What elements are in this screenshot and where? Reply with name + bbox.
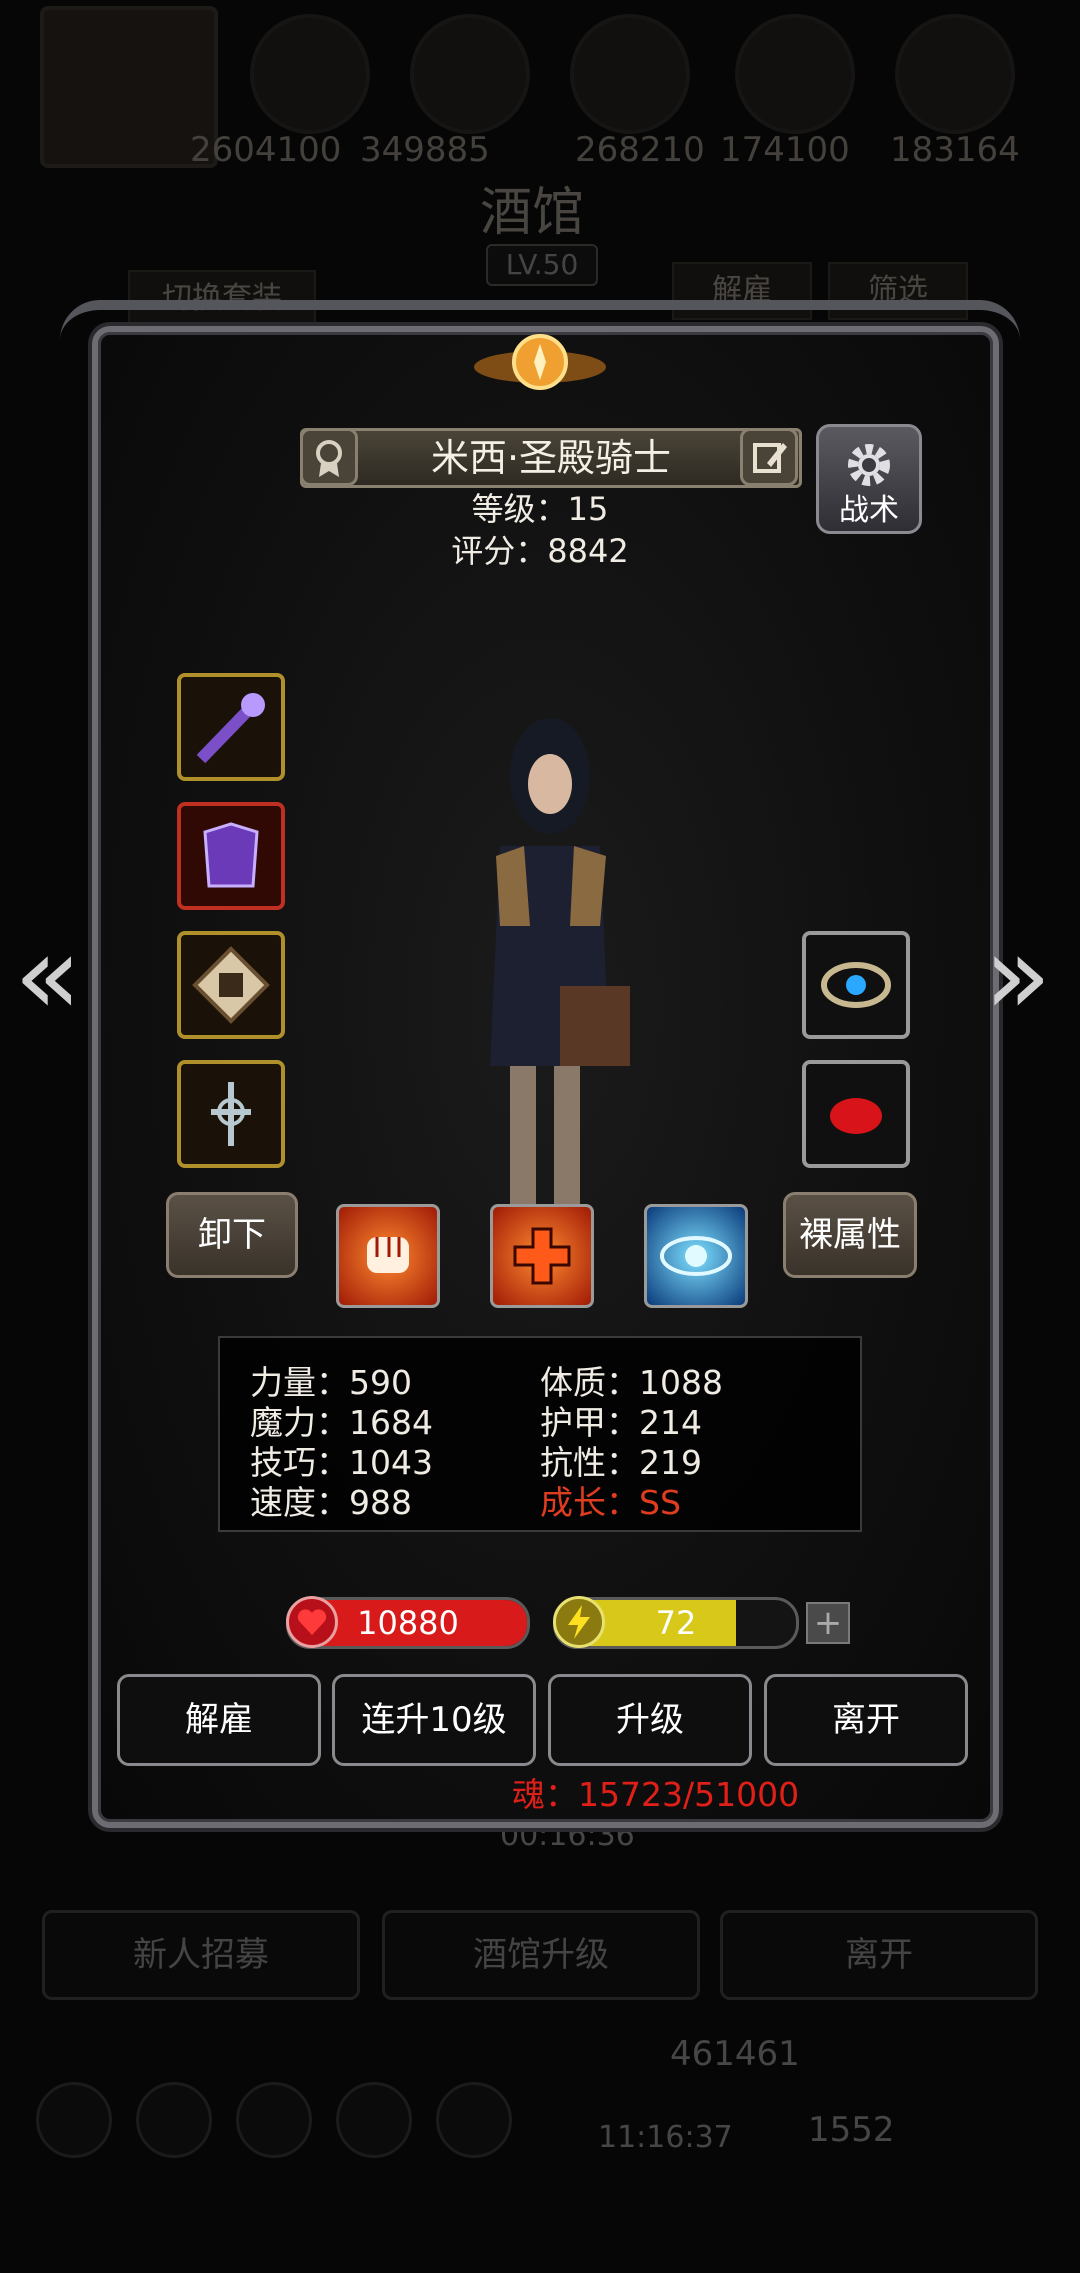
- gold-amount: 461461: [670, 2034, 800, 2074]
- tactics-label: 战术: [839, 493, 899, 528]
- heal-cross-icon[interactable]: [490, 1204, 594, 1308]
- previous-hero-arrow-icon[interactable]: «: [14, 920, 81, 1030]
- resource-icon-3: [570, 14, 690, 134]
- lightning-icon: [553, 1596, 605, 1648]
- eye-icon[interactable]: [644, 1204, 748, 1308]
- tavern-upgrade-button[interactable]: 酒馆升级: [382, 1910, 700, 2000]
- recruit-button[interactable]: 新人招募: [42, 1910, 360, 2000]
- gem-amount: 1552: [808, 2110, 895, 2150]
- tactics-button[interactable]: 战术: [816, 424, 922, 534]
- stat-growth: 成长：SS: [540, 1483, 681, 1522]
- amulet-icon[interactable]: [177, 1060, 285, 1168]
- soul-counter: 魂：15723/51000: [512, 1775, 800, 1814]
- level-up-button[interactable]: 升级: [548, 1674, 752, 1766]
- rename-edit-icon[interactable]: [740, 428, 798, 486]
- tavern-level: LV.50: [486, 244, 598, 286]
- tavern-title: 酒馆: [480, 183, 585, 243]
- hero-name: 米西·圣殿骑士: [430, 436, 672, 480]
- fist-icon[interactable]: [336, 1204, 440, 1308]
- hero-name-plate: 米西·圣殿骑士: [300, 428, 802, 488]
- bg-leave-button[interactable]: 离开: [720, 1910, 1038, 2000]
- badge-icon[interactable]: [300, 428, 358, 486]
- gem-icon[interactable]: [802, 1060, 910, 1168]
- resource-value-2: 349885: [360, 130, 490, 170]
- next-hero-arrow-icon[interactable]: »: [984, 920, 1051, 1030]
- staff-icon[interactable]: [177, 673, 285, 781]
- resource-icon-4: [735, 14, 855, 134]
- clock: 11:16:37: [598, 2120, 733, 2155]
- menu-icon-4[interactable]: [336, 2082, 412, 2158]
- menu-icon-2[interactable]: [136, 2082, 212, 2158]
- dismiss-button[interactable]: 解雇: [117, 1674, 321, 1766]
- menu-icon-3[interactable]: [236, 2082, 312, 2158]
- level-up-10-button[interactable]: 连升10级: [332, 1674, 536, 1766]
- menu-icon-1[interactable]: [36, 2082, 112, 2158]
- tome-icon[interactable]: [177, 931, 285, 1039]
- menu-icon-5[interactable]: [436, 2082, 512, 2158]
- heart-icon: [286, 1596, 338, 1648]
- resource-value-1: 2604100: [190, 130, 342, 170]
- stats-panel: 力量：590 魔力：1684 技巧：1043 速度：988 体质：1088 护甲…: [218, 1336, 862, 1532]
- resource-icon-1: [250, 14, 370, 134]
- resource-value-4: 174100: [720, 130, 850, 170]
- emblem-icon: [474, 334, 606, 390]
- unequip-button[interactable]: 卸下: [166, 1192, 298, 1278]
- bare-attributes-button[interactable]: 裸属性: [783, 1192, 917, 1278]
- add-energy-button[interactable]: +: [806, 1602, 850, 1644]
- ring-icon[interactable]: [802, 931, 910, 1039]
- hero-score: 评分：8842: [451, 532, 629, 570]
- resource-icon-2: [410, 14, 530, 134]
- resource-icon-5: [895, 14, 1015, 134]
- stat-speed: 速度：988: [250, 1483, 412, 1522]
- resource-value-3: 268210: [575, 130, 705, 170]
- leave-button[interactable]: 离开: [764, 1674, 968, 1766]
- armor-icon[interactable]: [177, 802, 285, 910]
- resource-value-5: 183164: [890, 130, 1020, 170]
